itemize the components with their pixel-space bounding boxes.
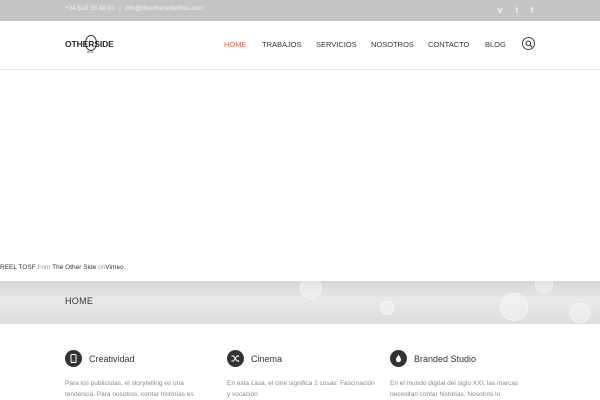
- feature-text: Para los publicistas, el storytelling es…: [65, 380, 194, 398]
- nav-trabajos[interactable]: TRABAJOS: [262, 40, 302, 49]
- contact-separator: |: [119, 6, 121, 12]
- nav-nosotros[interactable]: NOSOTROS: [371, 40, 414, 49]
- video-embed[interactable]: [0, 71, 600, 281]
- shuffle-icon: [227, 350, 244, 367]
- bokeh-decoration: [535, 281, 553, 293]
- logo-tagline: films: [87, 50, 94, 54]
- page-title: HOME: [65, 296, 94, 306]
- vimeo-icon[interactable]: v: [495, 4, 505, 16]
- drop-icon: [390, 350, 407, 367]
- feature-title: Creatividad: [89, 354, 135, 364]
- feature-text: En el mundo digital del siglo XXI, las m…: [390, 380, 519, 398]
- contact-info: +34 618 38 38 81 | info@theothersidefilms.…: [65, 6, 204, 12]
- twitter-icon[interactable]: t: [512, 4, 522, 16]
- site-header: OTHERSIDE films HOME TRABAJOS SERVICIOS …: [0, 21, 600, 70]
- feature-text: En esta casa, el cine significa 2 cosas:…: [227, 380, 375, 398]
- video-platform-link[interactable]: Vimeo: [105, 264, 123, 271]
- video-title-link[interactable]: REEL TOSF: [0, 264, 36, 271]
- tablet-icon: [65, 350, 82, 367]
- site-logo[interactable]: OTHERSIDE films: [65, 35, 117, 56]
- nav-home[interactable]: HOME: [224, 40, 247, 49]
- search-button[interactable]: [522, 37, 535, 50]
- bokeh-decoration: [500, 293, 528, 321]
- feature-title: Cinema: [251, 354, 283, 364]
- page-title-band: HOME: [0, 281, 600, 324]
- nav-contacto[interactable]: CONTACTO: [428, 40, 469, 49]
- email-link[interactable]: info@theothersidefilms.com: [125, 6, 204, 12]
- facebook-icon[interactable]: f: [527, 4, 537, 16]
- nav-blog[interactable]: BLOG: [485, 40, 506, 49]
- feature-title: Branded Studio: [414, 354, 477, 364]
- video-credit: REEL TOSF from The Other Side onVimeo.: [0, 264, 125, 271]
- bokeh-decoration: [380, 301, 394, 315]
- bokeh-decoration: [570, 303, 590, 323]
- phone-number[interactable]: +34 618 38 38 81: [65, 6, 115, 12]
- nav-servicios[interactable]: SERVICIOS: [316, 40, 357, 49]
- search-icon: [525, 40, 533, 48]
- bokeh-decoration: [300, 281, 322, 299]
- video-author-link[interactable]: The Other Side: [52, 264, 96, 271]
- credit-from-text: from: [37, 264, 51, 271]
- logo-text: OTHERSIDE: [65, 39, 114, 49]
- credit-end-text: .: [123, 264, 126, 271]
- top-bar: +34 618 38 38 81 | info@theothersidefilms.…: [0, 0, 600, 21]
